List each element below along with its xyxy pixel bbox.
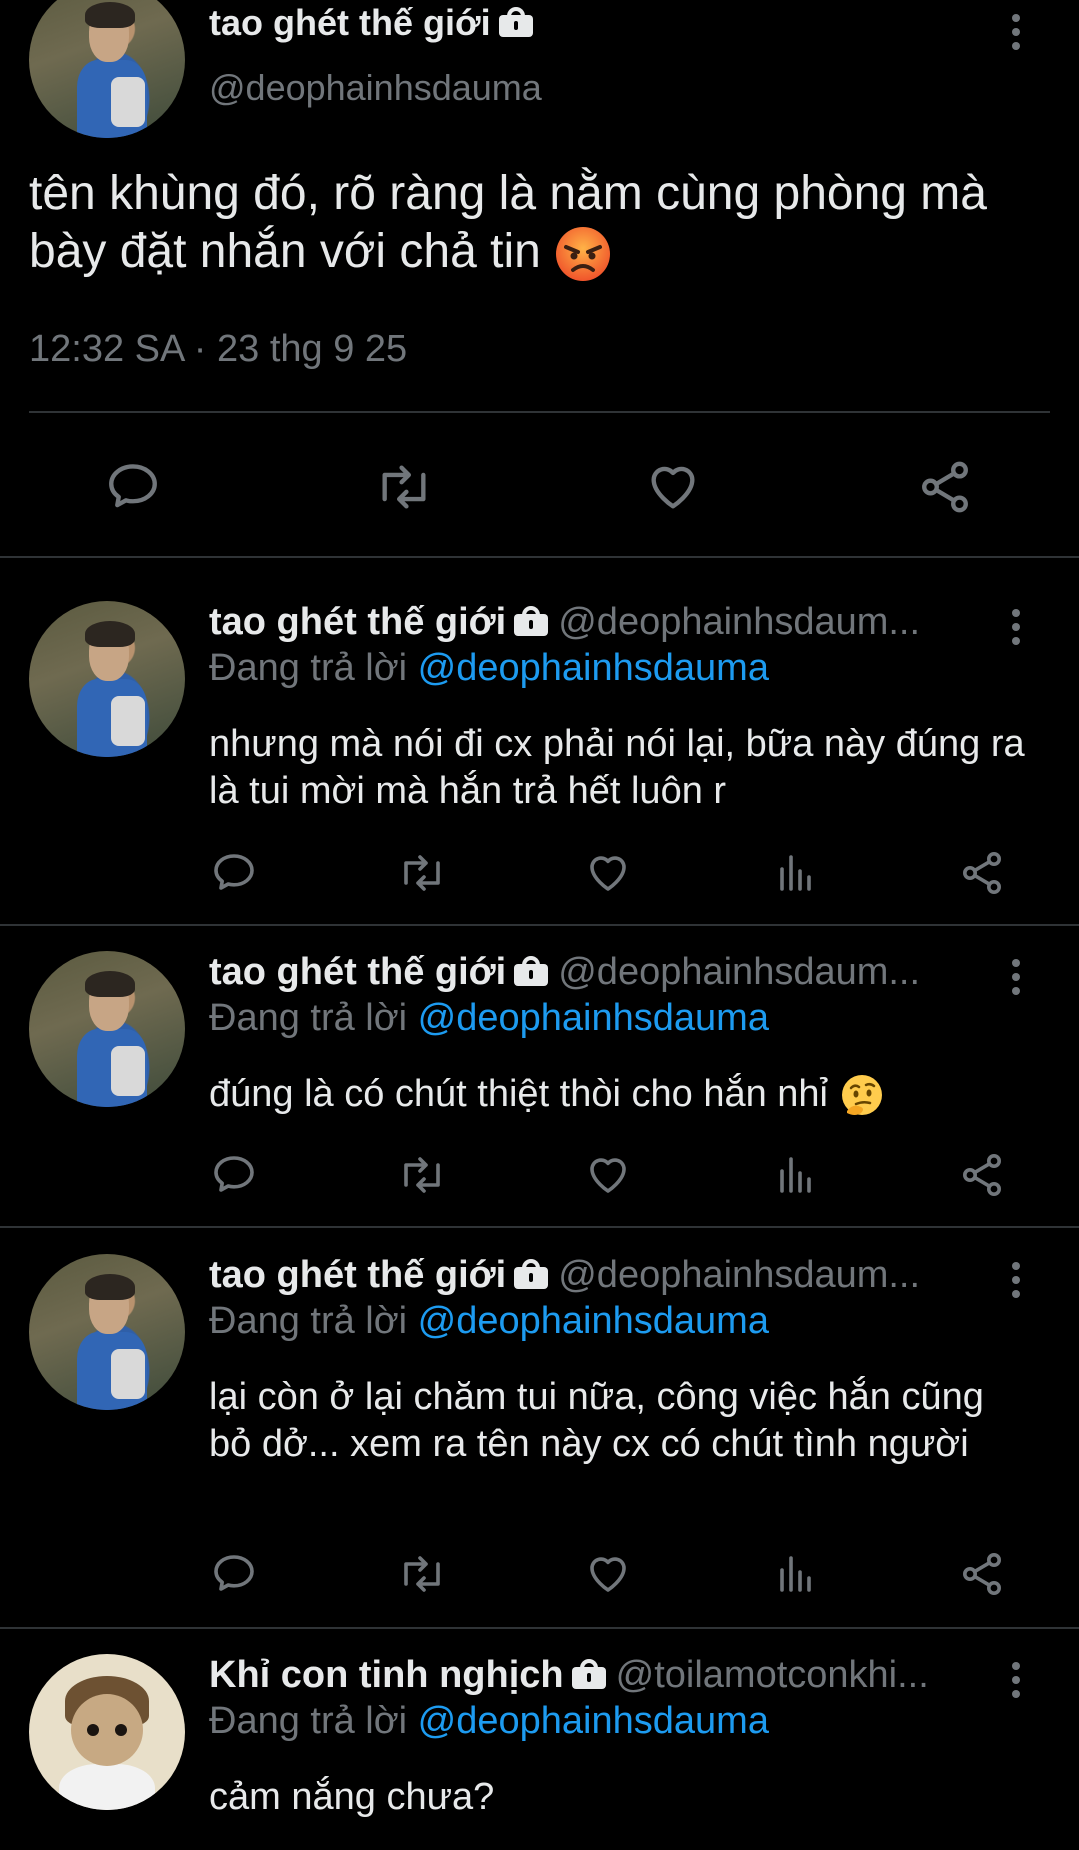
reply-header: tao ghét thế giới @deophainhsdaum... xyxy=(209,951,989,994)
reply-tweet[interactable]: Khỉ con tinh nghịch @toilamotconkhi... Đa… xyxy=(0,1628,1079,1850)
tweet-actions xyxy=(0,450,1079,520)
reply-header: Khỉ con tinh nghịch @toilamotconkhi... xyxy=(209,1654,989,1697)
avatar[interactable] xyxy=(29,1254,185,1410)
reply-header: tao ghét thế giới @deophainhsdaum... xyxy=(209,601,989,644)
display-name[interactable]: tao ghét thế giới xyxy=(209,2,533,44)
display-name[interactable]: tao ghét thế giới xyxy=(209,601,506,643)
user-handle[interactable]: @deophainhsdaum... xyxy=(558,601,920,643)
like-icon[interactable] xyxy=(644,458,702,516)
divider xyxy=(0,556,1079,558)
lock-icon xyxy=(498,7,533,37)
display-name[interactable]: Khỉ con tinh nghịch xyxy=(209,1654,564,1696)
avatar[interactable] xyxy=(29,1654,185,1810)
replying-to: Đang trả lời @deophainhsdauma xyxy=(209,1300,769,1342)
reply-icon[interactable] xyxy=(104,458,162,516)
share-icon[interactable] xyxy=(958,1151,1006,1199)
replying-to: Đang trả lời @deophainhsdauma xyxy=(209,997,769,1039)
main-tweet: tao ghét thế giới @deophainhsdauma tên k… xyxy=(0,0,1079,557)
user-handle[interactable]: @deophainhsdaum... xyxy=(558,951,920,993)
replying-to: Đang trả lời @deophainhsdauma xyxy=(209,647,769,689)
views-icon[interactable] xyxy=(772,1151,820,1199)
share-icon[interactable] xyxy=(916,458,974,516)
avatar[interactable] xyxy=(29,951,185,1107)
tweet-text: tên khùng đó, rõ ràng là nằm cùng phòng … xyxy=(29,165,1039,283)
lock-icon xyxy=(514,956,549,986)
retweet-icon[interactable] xyxy=(396,1550,448,1598)
reply-header: tao ghét thế giới @deophainhsdaum... xyxy=(209,1254,989,1297)
reply-icon[interactable] xyxy=(210,1151,258,1199)
lock-icon xyxy=(571,1659,606,1689)
reply-icon[interactable] xyxy=(210,1550,258,1598)
mention-link[interactable]: @deophainhsdauma xyxy=(418,997,769,1039)
avatar[interactable] xyxy=(29,601,185,757)
retweet-icon[interactable] xyxy=(372,458,436,516)
reply-tweet[interactable]: tao ghét thế giới @deophainhsdaum... Đang… xyxy=(0,925,1079,1227)
reply-actions xyxy=(0,849,1079,905)
like-icon[interactable] xyxy=(584,849,632,897)
views-icon[interactable] xyxy=(772,1550,820,1598)
reply-text: đúng là có chút thiệt thòi cho hắn nhỉ xyxy=(209,1071,1029,1119)
more-options-icon[interactable] xyxy=(1006,1262,1026,1306)
reply-text: cảm nắng chưa? xyxy=(209,1776,495,1818)
reply-tweet[interactable]: tao ghét thế giới @deophainhsdaum... Đang… xyxy=(0,575,1079,925)
divider xyxy=(29,411,1050,413)
user-handle[interactable]: @deophainhsdauma xyxy=(209,67,542,109)
lock-icon xyxy=(514,606,549,636)
mention-link[interactable]: @deophainhsdauma xyxy=(418,647,769,689)
views-icon[interactable] xyxy=(772,849,820,897)
like-icon[interactable] xyxy=(584,1151,632,1199)
lock-icon xyxy=(514,1259,549,1289)
display-name[interactable]: tao ghét thế giới xyxy=(209,951,506,993)
reply-text: nhưng mà nói đi cx phải nói lại, bữa này… xyxy=(209,723,1025,812)
reply-tweet[interactable]: tao ghét thế giới @deophainhsdaum... Đang… xyxy=(0,1228,1079,1628)
share-icon[interactable] xyxy=(958,1550,1006,1598)
user-handle[interactable]: @deophainhsdaum... xyxy=(558,1254,920,1296)
reply-actions xyxy=(0,1550,1079,1606)
display-name[interactable]: tao ghét thế giới xyxy=(209,1254,506,1296)
avatar[interactable] xyxy=(29,0,185,138)
more-options-icon[interactable] xyxy=(1006,1662,1026,1706)
thinking-face-icon xyxy=(841,1074,882,1115)
mention-link[interactable]: @deophainhsdauma xyxy=(418,1300,769,1342)
replying-to: Đang trả lời @deophainhsdauma xyxy=(209,1700,769,1742)
more-options-icon[interactable] xyxy=(1006,609,1026,653)
reply-icon[interactable] xyxy=(210,849,258,897)
retweet-icon[interactable] xyxy=(396,1151,448,1199)
more-options-icon[interactable] xyxy=(1006,959,1026,1003)
reply-text: lại còn ở lại chăm tui nữa, công việc hắ… xyxy=(209,1376,984,1465)
tweet-timestamp[interactable]: 12:32 SA · 23 thg 9 25 xyxy=(29,328,407,371)
user-handle[interactable]: @toilamotconkhi... xyxy=(616,1654,929,1696)
share-icon[interactable] xyxy=(958,849,1006,897)
mention-link[interactable]: @deophainhsdauma xyxy=(418,1700,769,1742)
angry-face-icon xyxy=(556,227,611,282)
like-icon[interactable] xyxy=(584,1550,632,1598)
reply-actions xyxy=(0,1151,1079,1207)
more-options-icon[interactable] xyxy=(1006,14,1026,58)
retweet-icon[interactable] xyxy=(396,849,448,897)
